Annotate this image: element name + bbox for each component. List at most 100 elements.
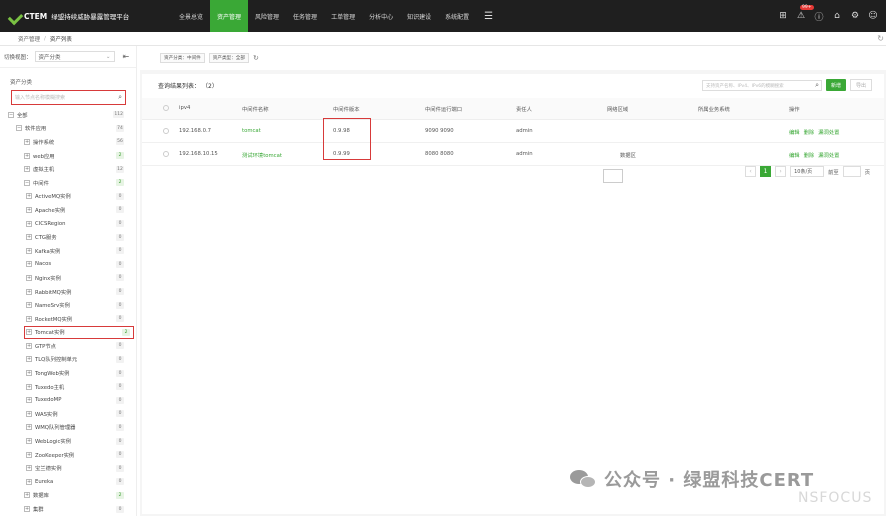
expand-icon[interactable]: + xyxy=(26,478,32,485)
home-icon[interactable]: ⌂ xyxy=(832,11,842,21)
table-row[interactable]: 192.168.0.7 tomcat 0.9.98 9090 9090 admi… xyxy=(142,120,884,143)
collapse-tree-icon[interactable]: ⇤ xyxy=(123,52,130,61)
col-middleware-version[interactable]: 中间件版本 xyxy=(333,105,360,113)
tree-node[interactable]: + GTP节点 0 xyxy=(8,339,128,353)
tree-node[interactable]: + 数据库 2 xyxy=(8,489,128,503)
cell-middleware-name[interactable]: 测试环境tomcat xyxy=(242,151,282,159)
expand-icon[interactable]: + xyxy=(24,506,30,513)
expand-icon[interactable]: + xyxy=(26,424,32,431)
cell-middleware-name[interactable]: tomcat xyxy=(242,128,261,134)
filter-tag-type[interactable]: 资产类型：全部 xyxy=(208,53,249,63)
expand-icon[interactable]: + xyxy=(26,410,32,417)
tree-node[interactable]: + Kafka实例 0 xyxy=(8,244,128,258)
page-button-1[interactable]: 1 xyxy=(760,166,772,177)
next-page-button[interactable]: › xyxy=(775,166,787,177)
expand-icon[interactable]: + xyxy=(26,356,32,363)
search-icon[interactable]: ⌕ xyxy=(118,93,122,102)
nav-knowledge[interactable]: 知识建设 xyxy=(400,0,438,32)
col-middleware-name[interactable]: 中间件名称 xyxy=(242,105,269,113)
tree-node[interactable]: + RocketMQ实例 0 xyxy=(8,312,128,326)
expand-icon[interactable]: + xyxy=(26,193,32,200)
tree-node[interactable]: + web应用 2 xyxy=(8,149,128,163)
expand-icon[interactable]: + xyxy=(26,302,32,309)
expand-icon[interactable]: + xyxy=(26,234,32,241)
refresh-icon[interactable]: ↻ xyxy=(877,34,884,43)
tree-node[interactable]: + 集群 0 xyxy=(8,502,128,516)
col-ipv4[interactable]: ipv4 xyxy=(179,105,190,111)
expand-icon[interactable]: + xyxy=(26,451,32,458)
user-icon[interactable]: ☺ xyxy=(868,11,878,21)
expand-icon[interactable]: + xyxy=(26,329,32,336)
vuln-handle-link[interactable]: 漏洞处置 xyxy=(818,128,839,136)
tree-node[interactable]: + CICSRegion 0 xyxy=(8,217,128,231)
tree-node[interactable]: − 中间件 2 xyxy=(8,176,128,190)
nav-tasks[interactable]: 任务管理 xyxy=(286,0,324,32)
nav-analysis[interactable]: 分析中心 xyxy=(362,0,400,32)
tree-node[interactable]: + TLQ队列控制单元 0 xyxy=(8,353,128,367)
alert-icon[interactable]: ⚠ 99+ xyxy=(796,5,814,21)
tree-node[interactable]: + Tomcat实例 2 xyxy=(24,325,134,340)
tree-node[interactable]: − 全部 112 xyxy=(8,108,128,122)
nav-overview[interactable]: 全景总览 xyxy=(172,0,210,32)
expand-icon[interactable]: + xyxy=(26,220,32,227)
col-network-zone[interactable]: 网络区域 xyxy=(607,105,628,113)
col-business-system[interactable]: 所属业务系统 xyxy=(698,105,730,113)
expand-icon[interactable]: + xyxy=(24,166,30,173)
expand-icon[interactable]: + xyxy=(26,247,32,254)
expand-icon[interactable]: + xyxy=(26,288,32,295)
page-size-select[interactable]: 10条/页 xyxy=(790,166,825,177)
asset-search-input[interactable]: 支持资产名称、IPv4、IPv6的模糊搜索 ⌕ xyxy=(702,80,822,91)
prev-page-button[interactable]: ‹ xyxy=(745,166,757,177)
nav-tickets[interactable]: 工单管理 xyxy=(324,0,362,32)
row-checkbox[interactable] xyxy=(163,128,169,134)
tree-node[interactable]: + TongWeb实例 0 xyxy=(8,366,128,380)
row-checkbox[interactable] xyxy=(163,151,169,157)
expand-icon[interactable]: + xyxy=(26,274,32,281)
tree-node[interactable]: + Apache实例 0 xyxy=(8,203,128,217)
search-icon[interactable]: ⌕ xyxy=(815,81,819,90)
select-all-checkbox[interactable] xyxy=(163,105,169,111)
delete-link[interactable]: 删除 xyxy=(804,128,815,136)
nav-assets[interactable]: 资产管理 xyxy=(210,0,249,32)
expand-icon[interactable]: + xyxy=(26,397,32,404)
grid-icon[interactable]: ⊞ xyxy=(778,11,788,21)
tree-node[interactable]: + WMQ队列管理器 0 xyxy=(8,421,128,435)
vuln-handle-link[interactable]: 漏洞处置 xyxy=(818,151,839,159)
info-icon[interactable]: ⓘ xyxy=(814,10,824,23)
expand-icon[interactable]: + xyxy=(24,152,30,159)
tree-node[interactable]: + Tuxedo主机 0 xyxy=(8,380,128,394)
collapse-icon[interactable]: − xyxy=(16,125,22,132)
tree-node[interactable]: + WebLogic实例 0 xyxy=(8,434,128,448)
tree-search-input[interactable]: 输入节点名称模糊搜索 ⌕ xyxy=(11,90,126,105)
menu-icon[interactable]: ☰ xyxy=(476,0,501,32)
tree-node[interactable]: + WAS实例 0 xyxy=(8,407,128,421)
filter-tag-category[interactable]: 资产分类：中间件 xyxy=(160,53,205,63)
expand-icon[interactable]: + xyxy=(26,206,32,213)
expand-icon[interactable]: + xyxy=(24,138,30,145)
reset-filter-icon[interactable]: ↻ xyxy=(253,54,259,62)
col-owner[interactable]: 责任人 xyxy=(516,105,532,113)
view-switch-select[interactable]: 资产分类 ⌄ xyxy=(34,51,115,62)
expand-icon[interactable]: + xyxy=(26,261,32,268)
nav-risk[interactable]: 风险管理 xyxy=(248,0,286,32)
collapse-icon[interactable]: − xyxy=(24,179,30,186)
expand-icon[interactable]: + xyxy=(26,342,32,349)
tree-node[interactable]: + NameSrv实例 0 xyxy=(8,298,128,312)
tree-node[interactable]: + 虚拟主机 12 xyxy=(8,162,128,176)
tree-node[interactable]: + ZooKeeper实例 0 xyxy=(8,448,128,462)
goto-page-input[interactable] xyxy=(842,166,861,177)
new-button[interactable]: 新增 xyxy=(826,79,846,91)
collapse-icon[interactable]: − xyxy=(8,111,14,118)
table-row[interactable]: 192.168.10.15 测试环境tomcat 0.9.99 8080 808… xyxy=(142,143,884,166)
expand-icon[interactable]: + xyxy=(26,383,32,390)
expand-icon[interactable]: + xyxy=(26,438,32,445)
tree-node[interactable]: + Eureka 0 xyxy=(8,475,128,489)
expand-icon[interactable]: + xyxy=(26,465,32,472)
edit-link[interactable]: 编辑 xyxy=(789,128,800,136)
delete-link[interactable]: 删除 xyxy=(804,151,815,159)
tree-node[interactable]: + TuxedoMP 0 xyxy=(8,393,128,407)
expand-icon[interactable]: + xyxy=(24,492,30,499)
gear-icon[interactable]: ⚙ xyxy=(850,11,860,21)
expand-icon[interactable]: + xyxy=(26,315,32,322)
tree-node[interactable]: − 软件应用 74 xyxy=(8,122,128,136)
